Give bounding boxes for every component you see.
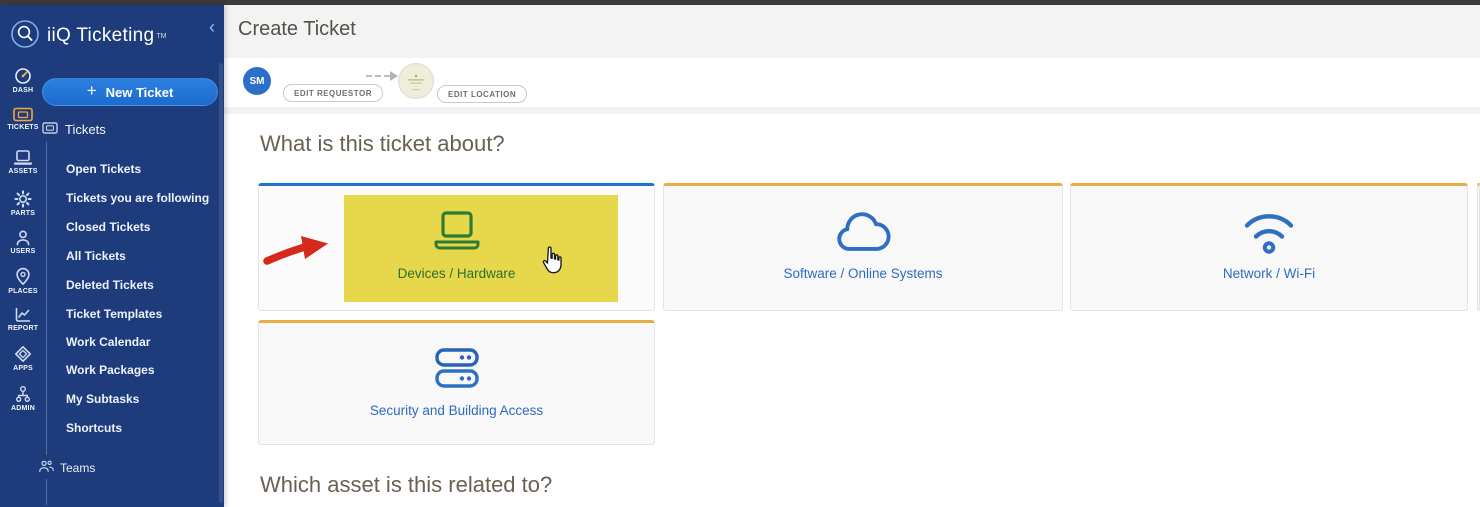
location-avatar[interactable]: ◆	[398, 63, 434, 99]
sidebar-item-apps[interactable]: APPS	[0, 345, 46, 372]
collapse-sidebar-icon[interactable]: ‹	[204, 18, 220, 36]
brand-name: iiQ Ticketing	[47, 25, 154, 47]
requestor-avatar[interactable]: SM	[243, 67, 271, 95]
plus-icon: +	[87, 81, 97, 101]
edit-requestor-button[interactable]: EDIT REQUESTOR	[283, 84, 383, 102]
gear-icon	[0, 190, 46, 208]
sidebar-item-my-subtasks[interactable]: My Subtasks	[66, 392, 139, 406]
rail-label: USERS	[0, 248, 46, 255]
iiq-logo-icon	[10, 19, 40, 54]
sidebar-item-work-packages[interactable]: Work Packages	[66, 363, 155, 377]
apps-icon	[0, 345, 46, 363]
sidebar-item-closed-tickets[interactable]: Closed Tickets	[66, 220, 150, 234]
sidebar-item-open-tickets[interactable]: Open Tickets	[66, 162, 141, 176]
section-separator	[224, 107, 1480, 114]
sidebar-item-users[interactable]: USERS	[0, 229, 46, 255]
annotation-red-arrow-icon	[263, 233, 329, 270]
sidebar-item-report[interactable]: REPORT	[0, 306, 46, 332]
sidebar-scrollbar[interactable]	[219, 63, 223, 503]
new-ticket-label: New Ticket	[106, 85, 174, 100]
rail-label: DASH	[0, 87, 46, 94]
rail-label: ADMIN	[0, 405, 46, 412]
ticket-setup-bar: SM EDIT REQUESTOR ◆ EDIT LOCATION	[224, 58, 1480, 107]
org-chart-icon	[0, 385, 46, 403]
section-title: Tickets	[65, 122, 106, 137]
sidebar-item-dash[interactable]: DASH	[0, 67, 46, 94]
rail-label: APPS	[0, 365, 46, 372]
sidebar-item-ticket-templates[interactable]: Ticket Templates	[66, 307, 162, 321]
map-pin-icon	[0, 267, 46, 286]
page-title: Create Ticket	[238, 18, 356, 41]
wifi-icon	[1240, 208, 1298, 256]
sidebar-item-tickets-following[interactable]: Tickets you are following	[66, 191, 209, 205]
brand-trademark: TM	[156, 33, 166, 40]
sidebar-item-places[interactable]: PLACES	[0, 267, 46, 295]
chart-icon	[0, 306, 46, 323]
sidebar-item-teams[interactable]: Teams	[38, 460, 95, 476]
sidebar-item-shortcuts[interactable]: Shortcuts	[66, 421, 122, 435]
building-access-icon	[433, 345, 481, 393]
arrow-right-icon	[366, 71, 398, 81]
category-label: Network / Wi-Fi	[1223, 266, 1315, 281]
category-card-security-building[interactable]: Security and Building Access	[258, 320, 655, 445]
laptop-icon	[432, 208, 482, 256]
rail-label: PLACES	[0, 288, 46, 295]
laptop-icon	[0, 150, 46, 166]
user-icon	[0, 229, 46, 246]
category-label: Devices / Hardware	[398, 266, 516, 281]
sidebar-item-all-tickets[interactable]: All Tickets	[66, 249, 126, 263]
submenu-divider-lower	[46, 479, 47, 505]
edit-location-button[interactable]: EDIT LOCATION	[437, 85, 527, 103]
sidebar: iiQ Ticketing TM ‹ DASH TICKETS	[0, 5, 224, 507]
category-card-network-wifi[interactable]: Network / Wi-Fi	[1070, 183, 1468, 311]
gauge-icon	[0, 67, 46, 85]
rail-label: PARTS	[0, 210, 46, 217]
submenu-divider	[46, 142, 47, 455]
question-about-heading: What is this ticket about?	[260, 131, 505, 157]
brand-row[interactable]: iiQ Ticketing TM	[10, 16, 220, 56]
sidebar-section-tickets[interactable]: Tickets	[42, 122, 106, 137]
new-ticket-button[interactable]: + New Ticket	[42, 78, 218, 106]
ticket-small-icon	[42, 122, 65, 137]
rail-label: TICKETS	[0, 124, 46, 131]
rail-label: ASSETS	[0, 168, 46, 175]
teams-icon	[38, 460, 60, 476]
sidebar-item-work-calendar[interactable]: Work Calendar	[66, 335, 150, 349]
category-card-software-online[interactable]: Software / Online Systems	[663, 183, 1063, 311]
ticket-icon	[0, 107, 46, 122]
sidebar-item-deleted-tickets[interactable]: Deleted Tickets	[66, 278, 154, 292]
cursor-pointer-icon	[540, 245, 563, 281]
sidebar-item-parts[interactable]: PARTS	[0, 190, 46, 217]
sidebar-item-tickets[interactable]: TICKETS	[0, 107, 46, 131]
app-window: iiQ Ticketing TM ‹ DASH TICKETS	[0, 0, 1480, 507]
sidebar-item-assets[interactable]: ASSETS	[0, 150, 46, 175]
rail-label: REPORT	[0, 325, 46, 332]
sidebar-item-admin[interactable]: ADMIN	[0, 385, 46, 412]
page-header: Create Ticket	[224, 5, 1480, 58]
teams-label: Teams	[60, 461, 95, 475]
cloud-icon	[832, 208, 894, 256]
category-label: Security and Building Access	[370, 403, 543, 418]
category-label: Software / Online Systems	[783, 266, 942, 281]
question-asset-heading: Which asset is this related to?	[260, 472, 552, 498]
